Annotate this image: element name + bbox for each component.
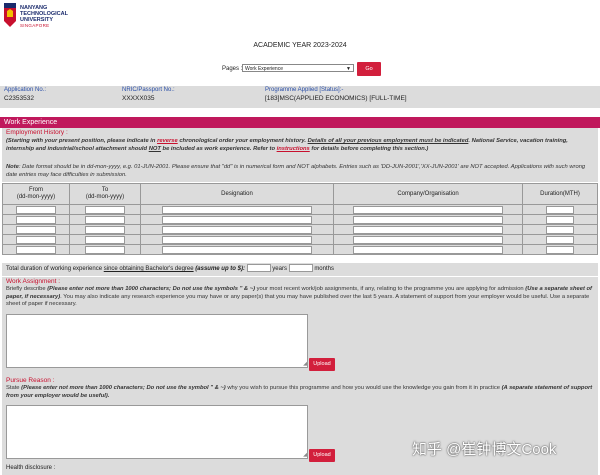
crest-icon bbox=[4, 3, 16, 27]
app-no-value: C2353532 bbox=[4, 95, 34, 102]
designation-input[interactable] bbox=[162, 235, 312, 244]
academic-year-title: ACADEMIC YEAR 2023-2024 bbox=[253, 42, 347, 49]
employment-history-panel: Employment History : (Starting with your… bbox=[2, 128, 598, 182]
company-header: Company/Organisation bbox=[333, 183, 523, 205]
company-input[interactable] bbox=[353, 205, 503, 214]
work-assignment-textarea[interactable]: ◢ bbox=[6, 314, 308, 368]
page-selector-row: Pages : Work Experience ▼ Go bbox=[0, 62, 600, 78]
company-input[interactable] bbox=[353, 245, 503, 254]
designation-header: Designation bbox=[140, 183, 334, 205]
logo-line4: SINGAPORE bbox=[20, 23, 50, 28]
table-row bbox=[2, 224, 598, 235]
pages-select-value: Work Experience bbox=[245, 66, 283, 72]
company-input[interactable] bbox=[353, 225, 503, 234]
total-duration-row: Total duration of working experience sin… bbox=[2, 263, 598, 276]
work-assignment-title: Work Assignment : bbox=[6, 278, 61, 285]
duration-header: Duration(MTH) bbox=[522, 183, 598, 205]
duration-input[interactable] bbox=[546, 205, 574, 214]
from-date-input[interactable] bbox=[16, 245, 56, 254]
resize-grip-icon[interactable]: ◢ bbox=[303, 453, 307, 458]
to-header: To (dd-mon-yyyy) bbox=[69, 183, 141, 205]
years-label: years bbox=[272, 266, 287, 272]
pursue-reason-title: Pursue Reason : bbox=[6, 377, 55, 384]
pages-label: Pages : bbox=[222, 66, 243, 72]
nric-label: NRIC/Passport No.: bbox=[122, 87, 175, 93]
employment-instructions: (Starting with your present position, pl… bbox=[6, 138, 568, 152]
months-label: months bbox=[314, 266, 334, 272]
designation-input[interactable] bbox=[162, 225, 312, 234]
from-date-input[interactable] bbox=[16, 215, 56, 224]
to-date-input[interactable] bbox=[85, 205, 125, 214]
applicant-info-bar: Application No.: C2353532 NRIC/Passport … bbox=[0, 86, 600, 108]
months-input[interactable] bbox=[288, 264, 313, 273]
table-row bbox=[2, 214, 598, 225]
table-row bbox=[2, 244, 598, 255]
to-date-input[interactable] bbox=[85, 225, 125, 234]
resize-grip-icon[interactable]: ◢ bbox=[303, 362, 307, 367]
designation-input[interactable] bbox=[162, 215, 312, 224]
watermark: 知乎 @崔钟博文Cook bbox=[412, 441, 557, 458]
table-row bbox=[2, 204, 598, 215]
duration-input[interactable] bbox=[546, 245, 574, 254]
designation-input[interactable] bbox=[162, 205, 312, 214]
from-date-input[interactable] bbox=[16, 235, 56, 244]
pursue-reason-panel: Pursue Reason : State (Please enter not … bbox=[2, 376, 598, 403]
pursue-reason-textarea[interactable]: ◢ bbox=[6, 405, 308, 459]
employment-title: Employment History : bbox=[6, 129, 68, 136]
section-header: Work Experience bbox=[0, 117, 600, 128]
programme-value: [183]MSC(APPLIED ECONOMICS) [FULL-TIME] bbox=[265, 95, 407, 102]
instructions-link[interactable]: instructions bbox=[277, 146, 310, 152]
to-date-input[interactable] bbox=[85, 215, 125, 224]
from-date-input[interactable] bbox=[16, 205, 56, 214]
company-input[interactable] bbox=[353, 235, 503, 244]
years-input[interactable] bbox=[246, 264, 271, 273]
date-format-note: Note: Date format should be in dd-mon-yy… bbox=[6, 164, 586, 178]
duration-input[interactable] bbox=[546, 225, 574, 234]
table-row bbox=[2, 234, 598, 245]
programme-label: Programme Applied [Status]:- bbox=[265, 87, 344, 93]
to-date-input[interactable] bbox=[85, 235, 125, 244]
company-input[interactable] bbox=[353, 215, 503, 224]
work-assignment-panel: Work Assignment : Briefly describe (Plea… bbox=[2, 277, 598, 312]
designation-input[interactable] bbox=[162, 245, 312, 254]
pages-select[interactable]: Work Experience ▼ bbox=[242, 64, 354, 72]
pursue-reason-upload-button[interactable]: Upload bbox=[309, 449, 335, 462]
duration-input[interactable] bbox=[546, 235, 574, 244]
app-no-label: Application No.: bbox=[4, 87, 47, 93]
work-assignment-instructions: Briefly describe (Please enter not more … bbox=[6, 286, 592, 308]
from-date-input[interactable] bbox=[16, 225, 56, 234]
from-header: From (dd-mon-yyyy) bbox=[2, 183, 70, 205]
duration-input[interactable] bbox=[546, 215, 574, 224]
to-date-input[interactable] bbox=[85, 245, 125, 254]
work-assignment-upload-button[interactable]: Upload bbox=[309, 358, 335, 371]
ntu-logo: NANYANG TECHNOLOGICAL UNIVERSITY SINGAPO… bbox=[3, 2, 83, 32]
employment-table: From (dd-mon-yyyy) To (dd-mon-yyyy) Design… bbox=[2, 183, 598, 255]
pursue-reason-instructions: State (Please enter not more than 1000 c… bbox=[6, 385, 593, 399]
chevron-down-icon: ▼ bbox=[346, 66, 351, 72]
nric-value: XXXXX035 bbox=[122, 95, 155, 102]
go-button[interactable]: Go bbox=[357, 62, 381, 76]
